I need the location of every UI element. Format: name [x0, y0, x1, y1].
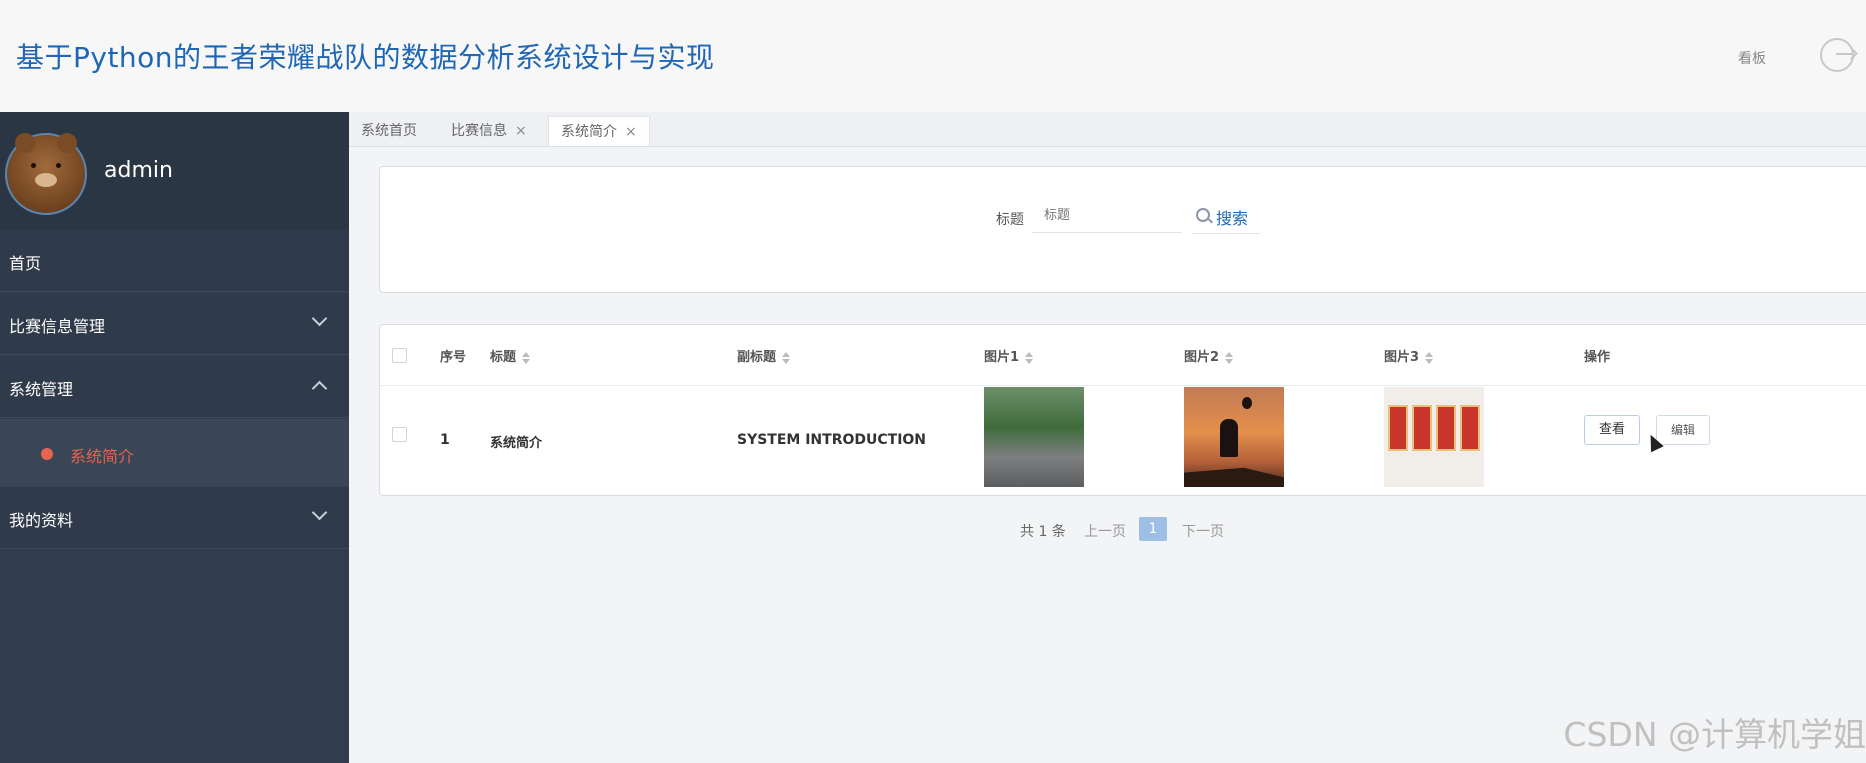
sidebar-item-label: 系统管理 [9, 380, 74, 399]
pagination-next[interactable]: 下一页 [1182, 521, 1224, 541]
column-header-image3[interactable]: 图片3 [1384, 346, 1434, 365]
row-subtitle: SYSTEM INTRODUCTION [737, 432, 927, 448]
sort-icon[interactable] [1025, 351, 1034, 364]
row-checkbox[interactable] [392, 427, 407, 442]
sidebar-item-match-management[interactable]: 比赛信息管理 [0, 293, 349, 355]
sort-icon[interactable] [1225, 351, 1234, 364]
avatar-ear-left [15, 133, 35, 153]
tab-label: 系统简介 [561, 124, 617, 140]
row-index: 1 [440, 432, 450, 448]
column-header-title[interactable]: 标题 [490, 346, 531, 365]
watermark: CSDN @计算机学姐 [1563, 715, 1866, 754]
balloon-shape [1242, 397, 1252, 409]
sidebar-item-label: 我的资料 [9, 511, 74, 530]
row-title: 系统简介 [490, 436, 543, 451]
poster-shape [1460, 405, 1480, 451]
search-label: 标题 [996, 212, 1024, 228]
sort-icon[interactable] [782, 351, 791, 364]
row-image-3[interactable] [1384, 387, 1484, 487]
sort-icon[interactable] [1425, 351, 1434, 364]
sidebar: admin 首页 比赛信息管理 系统管理 系统简介 我的资料 [0, 112, 349, 763]
column-header-actions: 操作 [1584, 350, 1611, 365]
app-header: 基于Python的王者荣耀战队的数据分析系统设计与实现 看板 [0, 0, 1866, 113]
tab-label: 系统首页 [361, 123, 417, 139]
poster-shape [1436, 405, 1456, 451]
sidebar-subitem-system-intro[interactable]: 系统简介 [0, 419, 349, 487]
column-header-label: 图片2 [1184, 350, 1220, 365]
table-row: 1 系统简介 SYSTEM INTRODUCTION 查看 编辑 [380, 385, 1866, 495]
data-table: 序号 标题 副标题 图片1 图片2 图片3 操作 1 系统简介 SYSTEM I… [379, 324, 1866, 496]
board-link[interactable]: 看板 [1738, 48, 1766, 68]
row-image-2[interactable] [1184, 387, 1284, 487]
search-input[interactable] [1032, 197, 1182, 233]
avatar-ear-right [57, 133, 77, 153]
chevron-down-icon [311, 504, 328, 521]
cliff-shape [1184, 467, 1284, 487]
tab-bar: 系统首页 比赛信息 × 系统简介 × [349, 112, 1866, 147]
tab-system-intro[interactable]: 系统简介 × [548, 116, 650, 146]
sidebar-item-home[interactable]: 首页 [0, 230, 349, 292]
pagination-total: 共 1 条 [1020, 524, 1066, 540]
view-button[interactable]: 查看 [1584, 415, 1641, 445]
girl-silhouette [1220, 419, 1238, 457]
row-image-1[interactable] [984, 387, 1084, 487]
avatar-snout [35, 173, 57, 187]
username: admin [104, 158, 173, 183]
column-header-image2[interactable]: 图片2 [1184, 346, 1234, 365]
avatar [5, 133, 87, 215]
search-button-label: 搜索 [1216, 209, 1249, 228]
avatar-eye-right [56, 163, 61, 168]
column-header-image1[interactable]: 图片1 [984, 346, 1034, 365]
chevron-up-icon [311, 380, 328, 397]
profile-panel: admin [0, 112, 349, 230]
table-header-row: 序号 标题 副标题 图片1 图片2 图片3 操作 [380, 325, 1866, 386]
search-button[interactable]: 搜索 [1192, 197, 1260, 234]
poster-shape [1388, 405, 1408, 451]
tab-label: 比赛信息 [451, 123, 507, 139]
sidebar-item-label: 比赛信息管理 [9, 317, 106, 336]
edit-button[interactable]: 编辑 [1656, 415, 1711, 445]
close-icon[interactable]: × [515, 123, 527, 139]
column-header-label: 副标题 [737, 350, 777, 365]
column-header-label: 图片1 [984, 350, 1020, 365]
tab-system-home[interactable]: 系统首页 [349, 116, 429, 146]
tab-match-info[interactable]: 比赛信息 × [439, 116, 539, 146]
poster-shape [1412, 405, 1432, 451]
active-dot-icon [41, 448, 53, 460]
column-header-index: 序号 [440, 350, 467, 365]
close-icon[interactable]: × [625, 124, 637, 140]
sidebar-item-my-profile[interactable]: 我的资料 [0, 487, 349, 549]
column-header-subtitle[interactable]: 副标题 [737, 346, 791, 365]
sidebar-subitem-label: 系统简介 [70, 447, 135, 466]
column-header-label: 图片3 [1384, 350, 1420, 365]
logout-icon[interactable] [1820, 38, 1854, 72]
app-title: 基于Python的王者荣耀战队的数据分析系统设计与实现 [16, 41, 715, 74]
pagination-prev[interactable]: 上一页 [1084, 521, 1126, 541]
select-all-checkbox[interactable] [392, 348, 407, 363]
sidebar-item-system-management[interactable]: 系统管理 [0, 356, 349, 418]
pagination-page-1[interactable]: 1 [1139, 517, 1167, 541]
search-icon [1196, 208, 1210, 222]
sidebar-item-label: 首页 [9, 254, 42, 273]
column-header-label: 标题 [490, 350, 517, 365]
search-panel: 标题 搜索 [379, 166, 1866, 293]
avatar-eye-left [31, 163, 36, 168]
chevron-down-icon [311, 310, 328, 327]
sort-icon[interactable] [522, 351, 531, 364]
